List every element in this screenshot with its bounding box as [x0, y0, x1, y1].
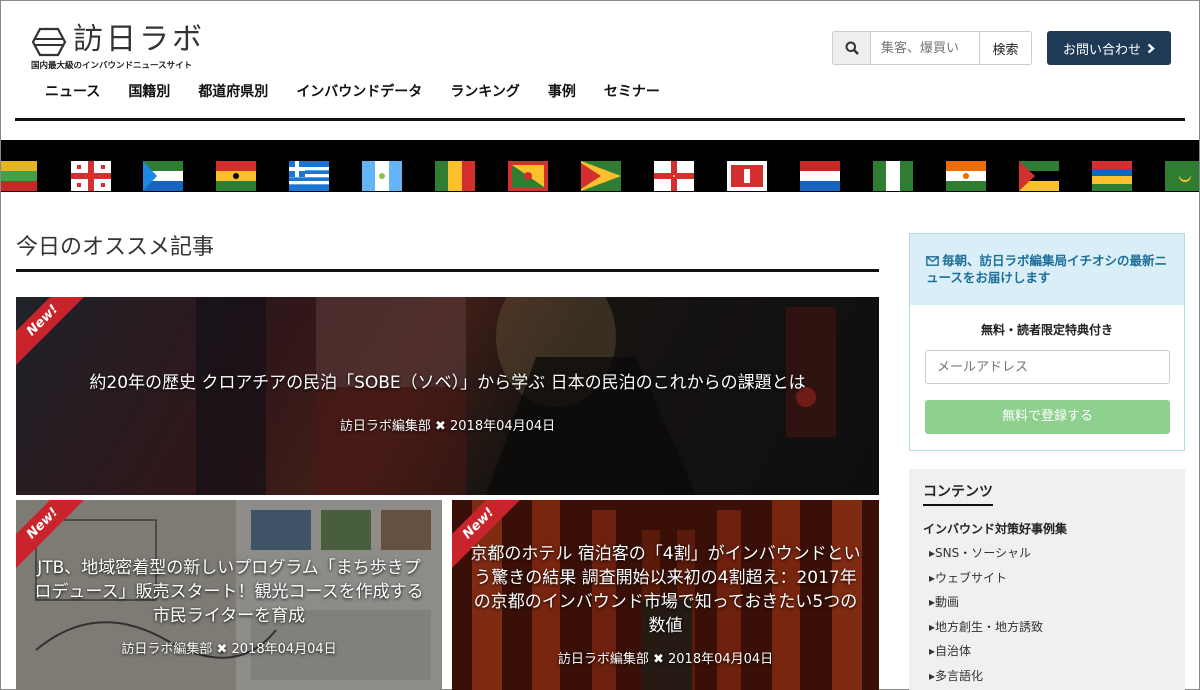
logo-tagline: 国内最大級のインバウンドニュースサイト	[31, 61, 193, 71]
flag-banner	[1, 140, 1199, 192]
search-bar: 検索	[832, 31, 1032, 65]
separator-icon: ✖	[216, 642, 232, 657]
flag-image	[800, 161, 840, 191]
separator-icon: ✖	[652, 652, 668, 667]
search-icon[interactable]	[833, 32, 871, 64]
article-meta: 訪日ラボ編集部 ✖ 2018年04月04日	[16, 638, 442, 657]
article-title[interactable]: 約20年の歴史 クロアチアの民泊「SOBE（ソベ）」から学ぶ 日本の民泊のこれか…	[16, 371, 879, 395]
logo-title: 訪日ラボ	[73, 22, 205, 57]
register-button[interactable]: 無料で登録する	[925, 400, 1170, 434]
contents-item-website[interactable]: ▸ウェブサイト	[923, 566, 1171, 591]
flag-image	[508, 161, 548, 191]
flag-image	[362, 161, 402, 191]
contents-subheading[interactable]: インバウンド対策好事例集	[923, 520, 1171, 537]
contents-item-video[interactable]: ▸動画	[923, 590, 1171, 615]
article-meta: 訪日ラボ編集部 ✖ 2018年04月04日	[16, 415, 879, 434]
contact-button-label: お問い合わせ	[1062, 42, 1141, 58]
article-card[interactable]: New! 京都のホテル 宿泊客の「4割」がインバウンドという驚きの結果 調査開始…	[452, 500, 879, 690]
nav-item-case-studies[interactable]: 事例	[534, 81, 590, 101]
flag-image	[1165, 161, 1199, 191]
nav-divider	[15, 118, 1185, 121]
email-field[interactable]	[925, 350, 1170, 384]
nav-item-prefecture[interactable]: 都道府県別	[184, 81, 282, 101]
contents-box: コンテンツ インバウンド対策好事例集 ▸SNS・ソーシャル ▸ウェブサイト ▸動…	[909, 469, 1185, 690]
article-date: 2018年04月04日	[231, 642, 337, 657]
mail-icon	[926, 256, 939, 266]
contents-item-sns[interactable]: ▸SNS・ソーシャル	[923, 541, 1171, 566]
site-logo[interactable]: 訪日ラボ 国内最大級のインバウンドニュースサイト	[31, 22, 205, 72]
flag-image	[946, 161, 986, 191]
newsletter-headline: 毎朝、訪日ラボ編集局イチオシの最新ニュースをお届けします	[926, 253, 1168, 285]
article-date: 2018年04月04日	[450, 419, 556, 434]
contact-button[interactable]: お問い合わせ	[1047, 31, 1171, 65]
newsletter-box: 毎朝、訪日ラボ編集局イチオシの最新ニュースをお届けします 無料・読者限定特典付き…	[909, 233, 1185, 451]
chevron-right-icon	[1147, 43, 1155, 53]
flag-image	[1019, 161, 1059, 191]
flag-image	[654, 161, 694, 191]
logo-icon	[31, 27, 67, 57]
flag-image	[873, 161, 913, 191]
contents-item-multilingual[interactable]: ▸多言語化	[923, 664, 1171, 689]
contents-item-regional[interactable]: ▸地方創生・地方誘致	[923, 615, 1171, 640]
flag-image	[435, 161, 475, 191]
flag-image	[1, 161, 37, 191]
newsletter-header: 毎朝、訪日ラボ編集局イチオシの最新ニュースをお届けします	[910, 234, 1184, 305]
flag-image	[727, 161, 767, 191]
nav-item-ranking[interactable]: ランキング	[436, 81, 534, 101]
contents-item-municipality[interactable]: ▸自治体	[923, 639, 1171, 664]
article-author: 訪日ラボ編集部	[339, 419, 431, 434]
article-title[interactable]: 京都のホテル 宿泊客の「4割」がインバウンドという驚きの結果 調査開始以来初の4…	[452, 542, 879, 638]
flag-image	[216, 161, 256, 191]
article-card[interactable]: New! JTB、地域密着型の新しいプログラム「まち歩きプロデュース」販売スター…	[16, 500, 442, 690]
featured-article-card[interactable]: New! 約20年の歴史 クロアチアの民泊「SOBE（ソベ）」から学ぶ 日本の民…	[16, 297, 879, 495]
article-meta: 訪日ラボ編集部 ✖ 2018年04月04日	[452, 648, 879, 667]
flag-image	[581, 161, 621, 191]
article-title[interactable]: JTB、地域密着型の新しいプログラム「まち歩きプロデュース」販売スタート！観光コ…	[16, 556, 442, 628]
card-overlay	[16, 297, 879, 495]
separator-icon: ✖	[434, 419, 450, 434]
nav-item-seminar[interactable]: セミナー	[590, 81, 674, 101]
search-button[interactable]: 検索	[979, 32, 1031, 64]
flag-image	[71, 161, 111, 191]
flag-image	[1092, 161, 1132, 191]
contents-title: コンテンツ	[923, 481, 993, 506]
article-author: 訪日ラボ編集部	[121, 642, 213, 657]
section-divider	[16, 269, 879, 272]
flag-image	[289, 161, 329, 191]
flag-image	[143, 161, 183, 191]
article-author: 訪日ラボ編集部	[557, 652, 649, 667]
site-header: 訪日ラボ 国内最大級のインバウンドニュースサイト 検索 お問い合わせ ニュース …	[1, 1, 1199, 140]
nav-item-nationality[interactable]: 国籍別	[114, 81, 184, 101]
newsletter-note: 無料・読者限定特典付き	[980, 323, 1113, 337]
contents-list: ▸SNS・ソーシャル ▸ウェブサイト ▸動画 ▸地方創生・地方誘致 ▸自治体 ▸…	[923, 541, 1171, 688]
nav-item-news[interactable]: ニュース	[31, 81, 114, 101]
main-nav: ニュース 国籍別 都道府県別 インバウンドデータ ランキング 事例 セミナー	[31, 81, 674, 101]
article-date: 2018年04月04日	[668, 652, 774, 667]
nav-item-inbound-data[interactable]: インバウンドデータ	[282, 81, 436, 101]
section-title: 今日のオススメ記事	[16, 235, 215, 260]
search-input[interactable]	[871, 32, 979, 64]
